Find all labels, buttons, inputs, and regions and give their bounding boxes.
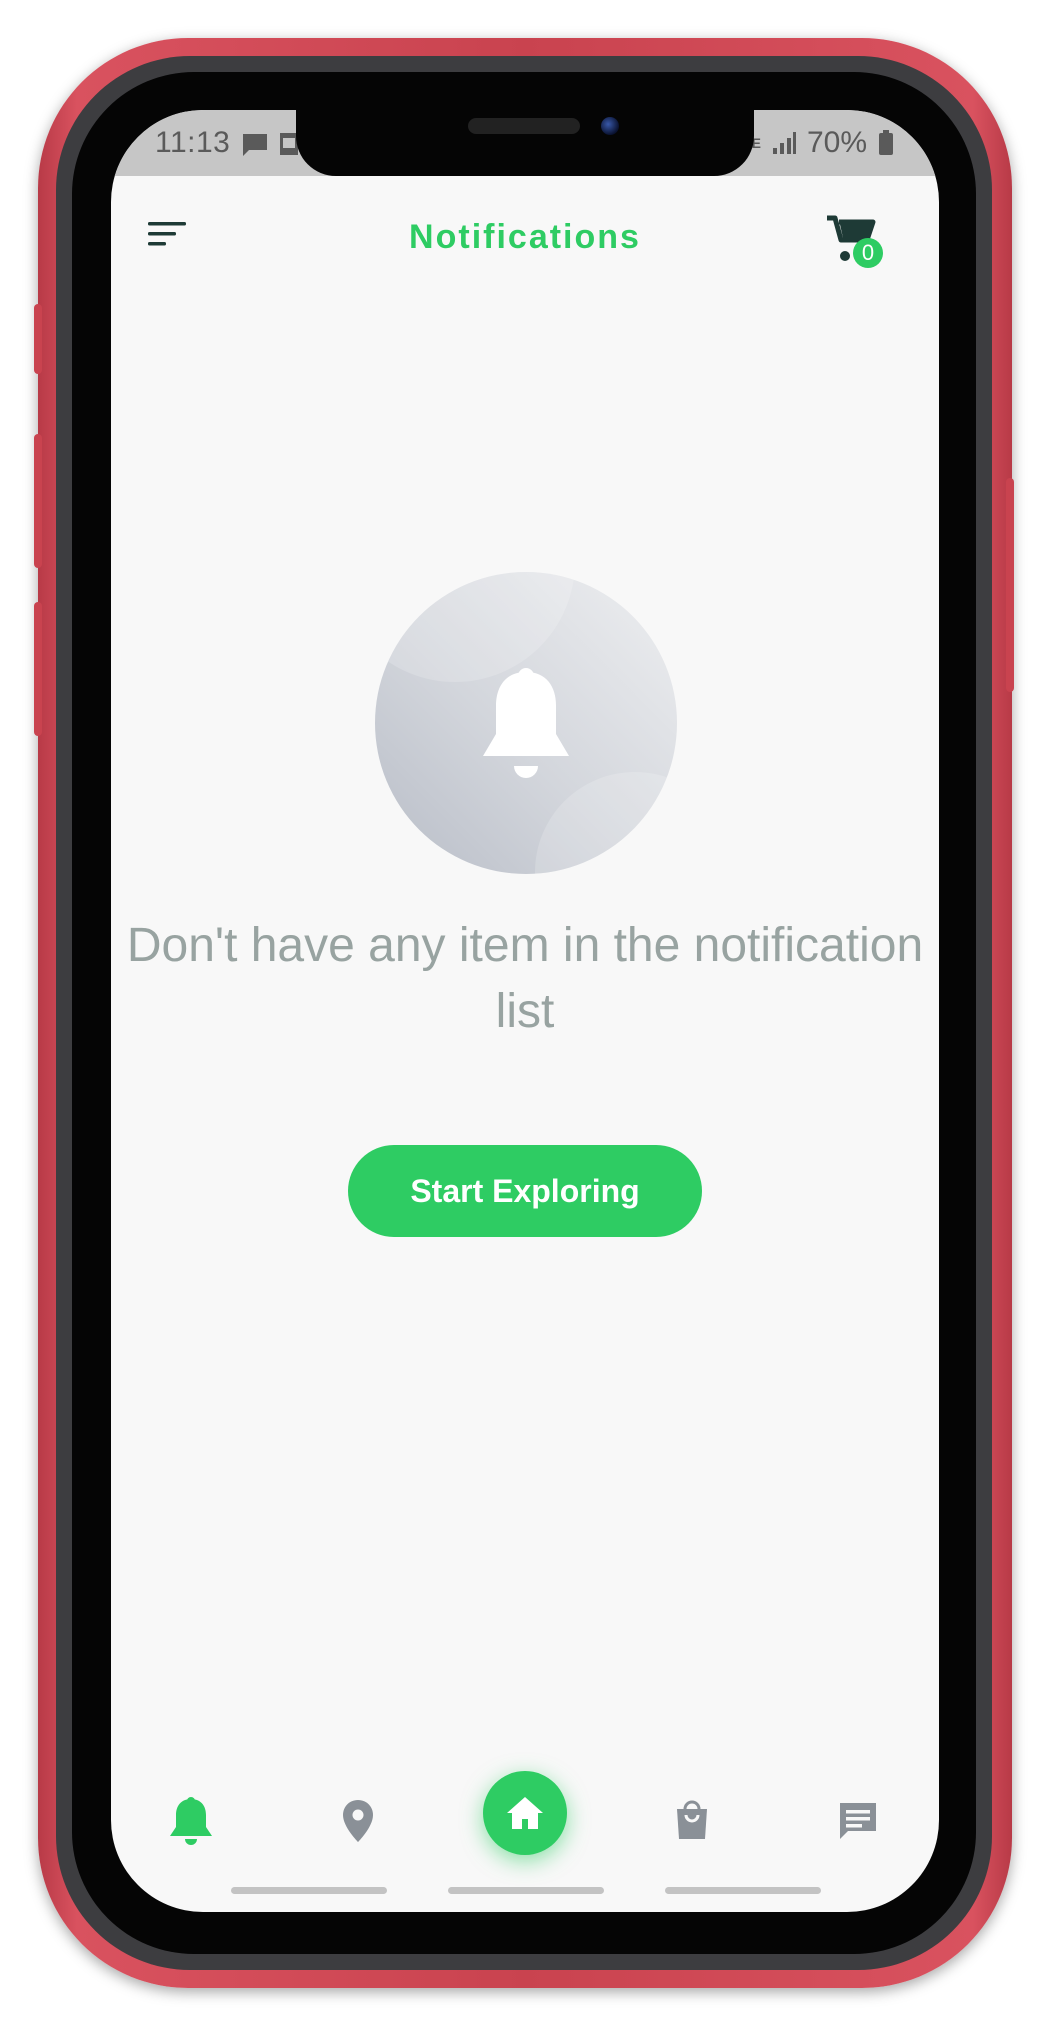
nav-item-messages[interactable] [837, 1800, 887, 1850]
volume-down-button [34, 602, 42, 736]
nav-item-location[interactable] [341, 1798, 391, 1848]
bell-icon [483, 668, 569, 778]
home-icon [507, 1797, 543, 1829]
power-button [1006, 478, 1014, 692]
empty-illustration [375, 572, 677, 874]
action-button [34, 304, 42, 374]
bell-icon [170, 1797, 212, 1845]
app-screen: 11:13 LTE 70% [111, 110, 939, 1912]
gesture-indicator [448, 1887, 604, 1894]
chat-icon [840, 1803, 876, 1839]
decorative-blob [535, 772, 677, 874]
start-exploring-button[interactable]: Start Exploring [348, 1145, 702, 1237]
gesture-indicator [665, 1887, 821, 1894]
location-icon [343, 1800, 373, 1842]
empty-message: Don't have any item in the notification … [126, 919, 924, 1038]
nav-item-notifications[interactable] [169, 1796, 219, 1846]
bottom-navigation [111, 110, 939, 1855]
gesture-indicator [231, 1887, 387, 1894]
nav-item-home[interactable] [483, 1771, 567, 1855]
shopping-bag-icon [677, 1800, 707, 1839]
nav-item-shop[interactable] [673, 1797, 723, 1847]
volume-up-button [34, 434, 42, 568]
